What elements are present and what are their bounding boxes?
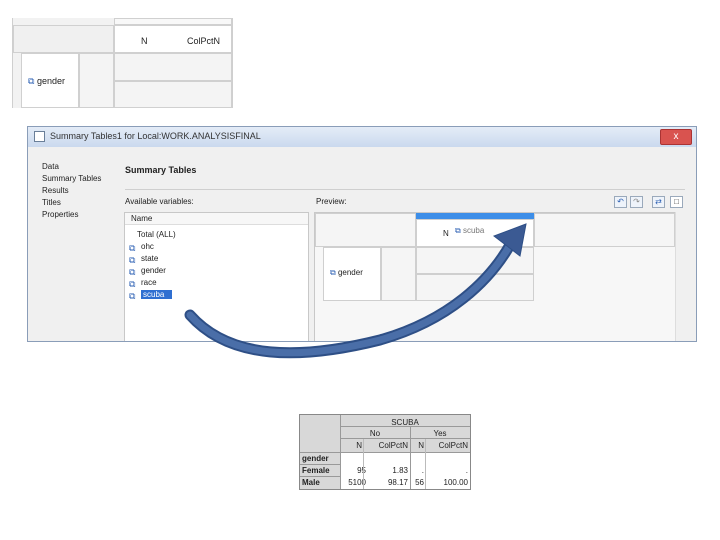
col-header-colpctn-no: ColPctN — [378, 441, 408, 450]
grid-line — [340, 426, 470, 427]
cell-female-n-yes: . — [421, 466, 424, 475]
col-header-n-yes: N — [418, 441, 424, 450]
grid-line — [300, 476, 340, 477]
cell-female-pct-no: 1.83 — [392, 466, 408, 475]
arrow-shaft — [186, 241, 514, 357]
cell-male-n-yes: 56 — [415, 478, 424, 487]
grid-line — [300, 452, 470, 453]
cell-male-pct-yes: 100.00 — [443, 478, 468, 487]
cell-female-pct-yes: . — [465, 466, 468, 475]
row-label-male: Male — [302, 478, 320, 487]
col-header-colpctn-yes: ColPctN — [438, 441, 468, 450]
output-table: SCUBA No Yes N ColPctN N ColPctN gender … — [299, 414, 471, 490]
row-var-label: gender — [302, 454, 329, 463]
row-label-female: Female — [302, 466, 330, 475]
cell-male-pct-no: 98.17 — [387, 478, 408, 487]
grid-line — [425, 439, 426, 489]
grid-line — [340, 415, 341, 489]
grid-line — [410, 427, 411, 489]
grid-line — [300, 464, 340, 465]
grid-line — [363, 439, 364, 489]
grid-line — [340, 438, 470, 439]
col-header-n-no: N — [356, 441, 362, 450]
